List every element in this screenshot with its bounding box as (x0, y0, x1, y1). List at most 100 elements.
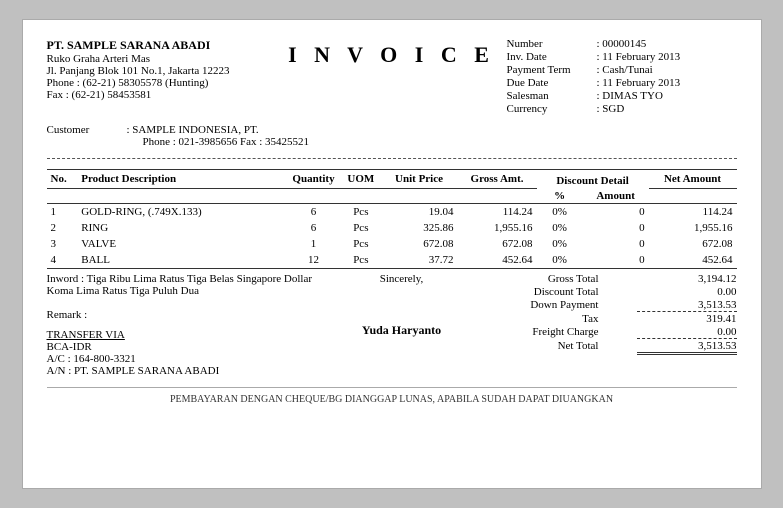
company-address2: Jl. Panjang Blok 101 No.1, Jakarta 12223 (47, 65, 277, 77)
cell-uom: Pcs (341, 220, 381, 236)
cell-no: 4 (47, 252, 78, 269)
th-unit-price: Unit Price (381, 170, 458, 189)
inword-label: Inword : (47, 273, 85, 285)
company-phone: Phone : (62-21) 58305578 (Hunting) (47, 77, 277, 89)
cell-desc: BALL (77, 252, 286, 269)
discount-total-label: Discount Total (467, 286, 607, 298)
cell-disc-pct: 0% (537, 203, 583, 220)
footer-note: PEMBAYARAN DENGAN CHEQUE/BG DIANGGAP LUN… (47, 387, 737, 405)
table-discount-sub-row: % Amount (47, 189, 737, 204)
cell-gross-amt: 114.24 (457, 203, 536, 220)
cell-net-amount: 1,955.16 (649, 220, 737, 236)
tax-row: Tax 319.41 (467, 313, 737, 325)
cell-qty: 6 (286, 220, 341, 236)
freight-value: 0.00 (637, 326, 737, 339)
sincerely-text: Sincerely, (337, 273, 467, 285)
meta-currency-label: Currency (507, 103, 597, 115)
transfer-section: TRANSFER VIA BCA-IDR A/C : 164-800-3321 … (47, 329, 337, 377)
cell-uom: Pcs (341, 236, 381, 252)
down-payment-value: 3,513.53 (637, 299, 737, 312)
meta-inv-date: Inv. Date : 11 February 2013 (507, 51, 737, 63)
th-uom: UOM (341, 170, 381, 189)
meta-due-date: Due Date : 11 February 2013 (507, 77, 737, 89)
transfer-account: A/C : 164-800-3321 (47, 353, 337, 365)
invoice-meta: Number : 00000145 Inv. Date : 11 Februar… (507, 38, 737, 116)
meta-payment-term: Payment Term : Cash/Tunai (507, 64, 737, 76)
cell-disc-pct: 0% (537, 236, 583, 252)
meta-inv-date-label: Inv. Date (507, 51, 597, 63)
cell-disc-pct: 0% (537, 252, 583, 269)
table-row: 3 VALVE 1 Pcs 672.08 672.08 0% 0 672.08 (47, 236, 737, 252)
divider-top (47, 158, 737, 159)
left-footer: Inword : Tiga Ribu Lima Ratus Tiga Belas… (47, 273, 337, 377)
cell-qty: 12 (286, 252, 341, 269)
cell-qty: 6 (286, 203, 341, 220)
cell-gross-amt: 672.08 (457, 236, 536, 252)
invoice-title: I N V O I C E (277, 38, 507, 116)
cell-no: 1 (47, 203, 78, 220)
signatory: Yuda Haryanto (337, 323, 467, 338)
discount-total-row: Discount Total 0.00 (467, 286, 737, 298)
gross-total-label: Gross Total (467, 273, 607, 285)
th-qty: Quantity (286, 170, 341, 189)
customer-contact: Phone : 021-3985656 Fax : 35425521 (143, 136, 310, 148)
remark-section: Remark : (47, 309, 337, 321)
cell-disc-amt: 0 (583, 252, 649, 269)
meta-inv-date-value: : 11 February 2013 (597, 51, 681, 63)
cell-gross-amt: 1,955.16 (457, 220, 536, 236)
cell-net-amount: 452.64 (649, 252, 737, 269)
meta-number-value: : 00000145 (597, 38, 647, 50)
net-total-label: Net Total (467, 340, 607, 355)
meta-currency-value: : SGD (597, 103, 625, 115)
meta-salesman-label: Salesman (507, 90, 597, 102)
freight-label: Freight Charge (467, 326, 607, 339)
tax-label: Tax (467, 313, 607, 325)
th-disc-amt: Amount (583, 189, 649, 204)
down-payment-row: Down Payment 3,513.53 (467, 299, 737, 312)
cell-unit-price: 19.04 (381, 203, 458, 220)
cell-disc-amt: 0 (583, 236, 649, 252)
th-gross-amt: Gross Amt. (457, 170, 536, 189)
cell-uom: Pcs (341, 203, 381, 220)
meta-due-date-value: : 11 February 2013 (597, 77, 681, 89)
cell-disc-amt: 0 (583, 203, 649, 220)
customer-value: : SAMPLE INDONESIA, PT. Phone : 021-3985… (127, 124, 737, 148)
cell-uom: Pcs (341, 252, 381, 269)
cell-qty: 1 (286, 236, 341, 252)
cell-unit-price: 37.72 (381, 252, 458, 269)
meta-currency: Currency : SGD (507, 103, 737, 115)
th-net-amount: Net Amount (649, 170, 737, 189)
cell-no: 2 (47, 220, 78, 236)
cell-unit-price: 672.08 (381, 236, 458, 252)
cell-desc: VALVE (77, 236, 286, 252)
meta-payment-term-value: : Cash/Tunai (597, 64, 653, 76)
net-total-value: 3,513.53 (637, 340, 737, 355)
customer-name: : SAMPLE INDONESIA, PT. (127, 124, 259, 136)
table-row: 2 RING 6 Pcs 325.86 1,955.16 0% 0 1,955.… (47, 220, 737, 236)
company-address1: Ruko Graha Arteri Mas (47, 53, 277, 65)
invoice-table: No. Product Description Quantity UOM Uni… (47, 169, 737, 269)
cell-desc: RING (77, 220, 286, 236)
right-totals: Gross Total 3,194.12 Discount Total 0.00… (467, 273, 737, 377)
company-fax: Fax : (62-21) 58453581 (47, 89, 277, 101)
meta-payment-term-label: Payment Term (507, 64, 597, 76)
table-header-row: No. Product Description Quantity UOM Uni… (47, 170, 737, 189)
th-discount-detail: Discount Detail (537, 170, 649, 189)
table-row: 1 GOLD-RING, (.749X.133) 6 Pcs 19.04 114… (47, 203, 737, 220)
inword-section: Inword : Tiga Ribu Lima Ratus Tiga Belas… (47, 273, 337, 297)
tax-value: 319.41 (637, 313, 737, 325)
cell-no: 3 (47, 236, 78, 252)
transfer-label: TRANSFER VIA (47, 329, 337, 341)
company-name: PT. SAMPLE SARANA ABADI (47, 38, 277, 53)
transfer-bank: BCA-IDR (47, 341, 337, 353)
gross-total-row: Gross Total 3,194.12 (467, 273, 737, 285)
cell-disc-amt: 0 (583, 220, 649, 236)
totals-section: Inword : Tiga Ribu Lima Ratus Tiga Belas… (47, 273, 737, 377)
customer-section: Customer : SAMPLE INDONESIA, PT. Phone :… (47, 124, 737, 148)
inword-text: Tiga Ribu Lima Ratus Tiga Belas Singapor… (47, 273, 313, 297)
th-no: No. (47, 170, 78, 189)
th-desc: Product Description (77, 170, 286, 189)
cell-gross-amt: 452.64 (457, 252, 536, 269)
meta-due-date-label: Due Date (507, 77, 597, 89)
invoice-container: PT. SAMPLE SARANA ABADI Ruko Graha Arter… (22, 19, 762, 489)
